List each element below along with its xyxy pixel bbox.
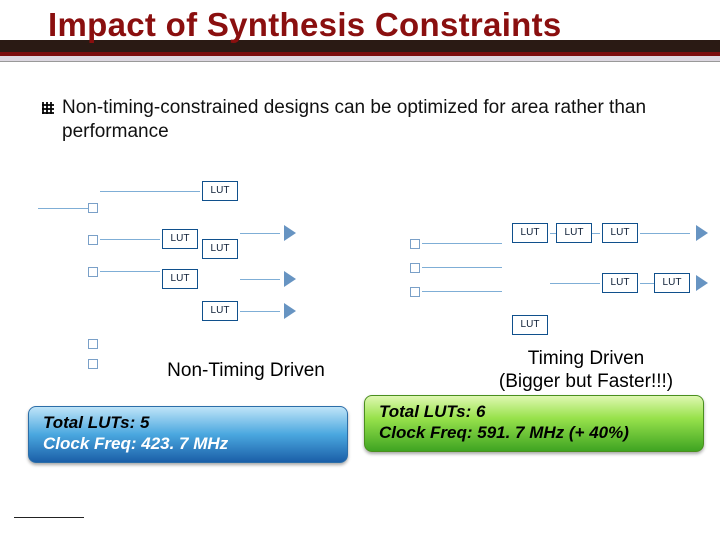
- diagram-non-timing: LUT LUT LUT LUT LUT: [30, 163, 370, 373]
- wire: [240, 279, 280, 280]
- pin: [410, 287, 420, 297]
- wire: [100, 191, 200, 192]
- stats-timing: Total LUTs: 6 Clock Freq: 591. 7 MHz (+ …: [364, 395, 704, 452]
- buffer-icon: [696, 275, 708, 291]
- stat-luts: Total LUTs: 5: [43, 413, 333, 434]
- lut-box: LUT: [162, 229, 198, 249]
- slide-title: Impact of Synthesis Constraints: [0, 6, 720, 44]
- lut-box: LUT: [602, 273, 638, 293]
- lut-box: LUT: [512, 315, 548, 335]
- stat-luts: Total LUTs: 6: [379, 402, 689, 423]
- wire: [550, 283, 600, 284]
- bullet-icon: [42, 102, 54, 114]
- lut-box: LUT: [202, 301, 238, 321]
- wire: [38, 208, 88, 209]
- diagram-timing: LUT LUT LUT LUT LUT LUT: [370, 167, 720, 377]
- caption-timing: Timing Driven (Bigger but Faster!!!): [456, 348, 716, 394]
- pin: [88, 203, 98, 213]
- lut-box: LUT: [654, 273, 690, 293]
- stat-freq: Clock Freq: 423. 7 MHz: [43, 434, 333, 455]
- pin: [88, 235, 98, 245]
- pin: [88, 339, 98, 349]
- pin: [410, 239, 420, 249]
- stat-freq: Clock Freq: 591. 7 MHz (+ 40%): [379, 423, 689, 444]
- wire: [422, 291, 502, 292]
- buffer-icon: [696, 225, 708, 241]
- bullet-row: Non-timing-constrained designs can be op…: [42, 96, 692, 145]
- pin: [410, 263, 420, 273]
- wire: [422, 243, 502, 244]
- wire: [100, 271, 160, 272]
- lut-box: LUT: [202, 181, 238, 201]
- pin: [88, 267, 98, 277]
- caption-timing-line1: Timing Driven: [528, 348, 645, 369]
- lut-box: LUT: [602, 223, 638, 243]
- bullet-text: Non-timing-constrained designs can be op…: [62, 96, 692, 145]
- wire: [240, 311, 280, 312]
- wire: [100, 239, 160, 240]
- wire: [240, 233, 280, 234]
- buffer-icon: [284, 303, 296, 319]
- lut-box: LUT: [162, 269, 198, 289]
- stats-non-timing: Total LUTs: 5 Clock Freq: 423. 7 MHz: [28, 406, 348, 463]
- lut-box: LUT: [202, 239, 238, 259]
- wire: [640, 233, 690, 234]
- lut-box: LUT: [556, 223, 592, 243]
- title-band: Impact of Synthesis Constraints: [0, 0, 720, 62]
- caption-non-timing: Non-Timing Driven: [116, 360, 376, 382]
- wire: [422, 267, 502, 268]
- buffer-icon: [284, 271, 296, 287]
- pin: [88, 359, 98, 369]
- footer-rule: [14, 517, 84, 518]
- lut-box: LUT: [512, 223, 548, 243]
- caption-timing-line2: (Bigger but Faster!!!): [499, 371, 673, 392]
- body: Non-timing-constrained designs can be op…: [0, 62, 720, 394]
- buffer-icon: [284, 225, 296, 241]
